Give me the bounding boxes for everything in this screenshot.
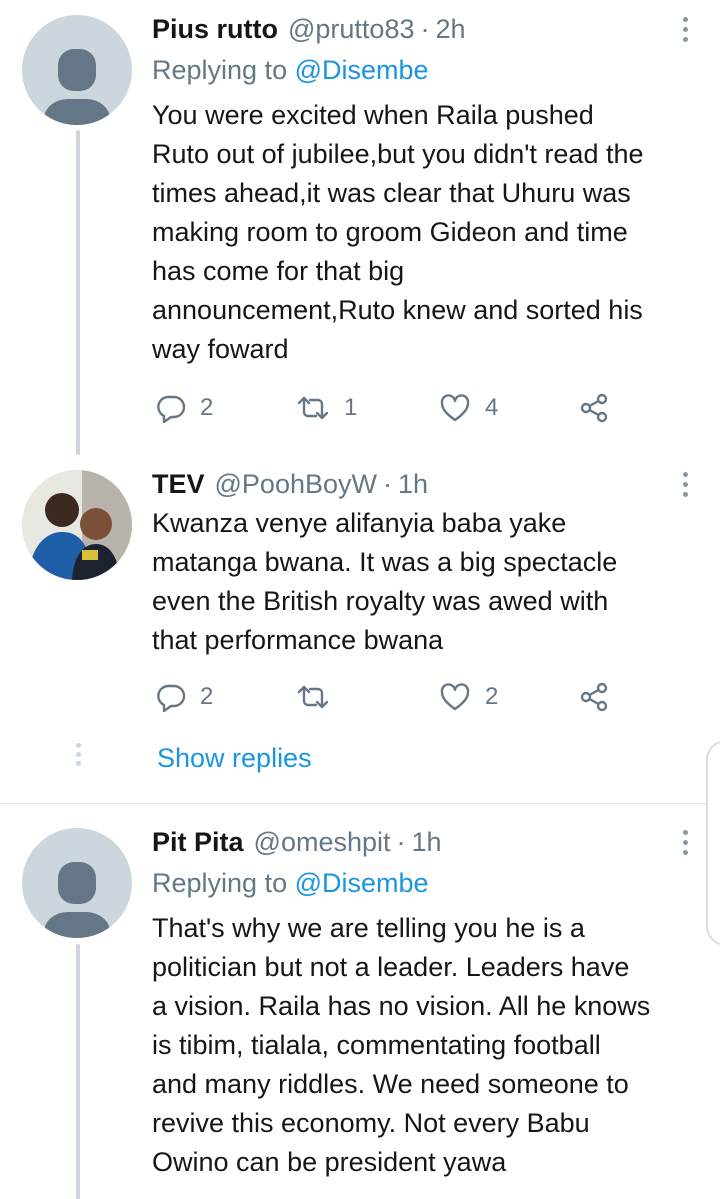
reply-count: 2 — [200, 394, 214, 421]
tweet-pit-pita[interactable]: Pit Pita @omeshpit · 1h Replying to @Dis… — [0, 812, 720, 1199]
display-name[interactable]: Pius rutto — [152, 14, 278, 45]
reply-icon — [157, 395, 186, 423]
mention-link[interactable]: @Disembe — [295, 55, 429, 85]
show-replies-link[interactable]: Show replies — [157, 743, 312, 774]
tweet-header: Pit Pita @omeshpit · 1h — [152, 824, 442, 860]
user-handle[interactable]: @omeshpit — [254, 827, 391, 858]
avatar[interactable] — [22, 470, 132, 580]
reply-button[interactable]: 2 — [156, 388, 213, 428]
display-name[interactable]: TEV — [152, 469, 205, 500]
replying-to: Replying to @Disembe — [152, 52, 429, 88]
timestamp[interactable]: 2h — [435, 14, 465, 45]
timestamp[interactable]: 1h — [398, 469, 428, 500]
tweet-text: That's why we are telling you he is a po… — [152, 913, 651, 1177]
tweet-text: You were excited when Raila pushed Ruto … — [152, 100, 644, 364]
tweet-header: TEV @PoohBoyW · 1h — [152, 466, 428, 502]
like-count: 4 — [485, 394, 499, 421]
share-button[interactable] — [578, 388, 610, 428]
retweet-count: 1 — [344, 394, 358, 421]
like-icon — [440, 683, 470, 711]
like-icon — [440, 394, 470, 422]
like-count: 2 — [485, 683, 499, 710]
replying-prefix: Replying to — [152, 55, 288, 85]
separator: · — [383, 468, 392, 499]
reply-button[interactable]: 2 — [156, 677, 213, 717]
more-options-button[interactable] — [680, 472, 690, 497]
share-icon — [580, 393, 608, 423]
avatar[interactable] — [22, 828, 132, 938]
tweet-header: Pius rutto @prutto83 · 2h — [152, 11, 466, 47]
display-name[interactable]: Pit Pita — [152, 827, 244, 858]
user-handle[interactable]: @prutto83 — [288, 14, 414, 45]
thread-line — [76, 130, 80, 455]
share-icon — [580, 682, 608, 712]
more-vertical-icon — [682, 17, 688, 22]
thread-dots — [74, 743, 82, 766]
retweet-icon — [297, 396, 329, 420]
more-vertical-icon — [682, 472, 688, 477]
separator: · — [420, 13, 430, 44]
user-handle[interactable]: @PoohBoyW — [215, 469, 377, 500]
more-options-button[interactable] — [680, 830, 690, 855]
timestamp[interactable]: 1h — [412, 827, 442, 858]
like-button[interactable]: 4 — [439, 388, 498, 428]
edge-panel-handle[interactable] — [706, 740, 720, 946]
separator: · — [396, 826, 406, 857]
retweet-button[interactable]: 1 — [296, 388, 357, 428]
share-button[interactable] — [578, 677, 610, 717]
avatar[interactable] — [22, 15, 132, 125]
divider — [0, 803, 720, 804]
replying-prefix: Replying to — [152, 868, 288, 898]
like-button[interactable]: 2 — [439, 677, 498, 717]
tweet-actions: 2 1 4 — [152, 388, 622, 428]
default-avatar-icon — [44, 862, 110, 938]
reply-count: 2 — [200, 683, 214, 710]
more-options-button[interactable] — [680, 17, 690, 42]
reply-icon — [157, 684, 186, 712]
profile-photo — [22, 470, 132, 580]
retweet-button[interactable] — [296, 677, 344, 717]
retweet-icon — [297, 685, 329, 709]
mention-link[interactable]: @Disembe — [295, 868, 429, 898]
tweet-tev[interactable]: TEV @PoohBoyW · 1h Kwanza venye alifanyi… — [0, 455, 720, 800]
tweet-actions: 2 2 — [152, 677, 622, 717]
more-vertical-icon — [682, 830, 688, 835]
tweet-pius-rutto[interactable]: Pius rutto @prutto83 · 2h Replying to @D… — [0, 0, 720, 455]
replying-to: Replying to @Disembe — [152, 865, 429, 901]
default-avatar-icon — [44, 49, 110, 125]
thread-line — [76, 944, 80, 1199]
tweet-text: Kwanza venye alifanyia baba yake matanga… — [152, 508, 618, 655]
